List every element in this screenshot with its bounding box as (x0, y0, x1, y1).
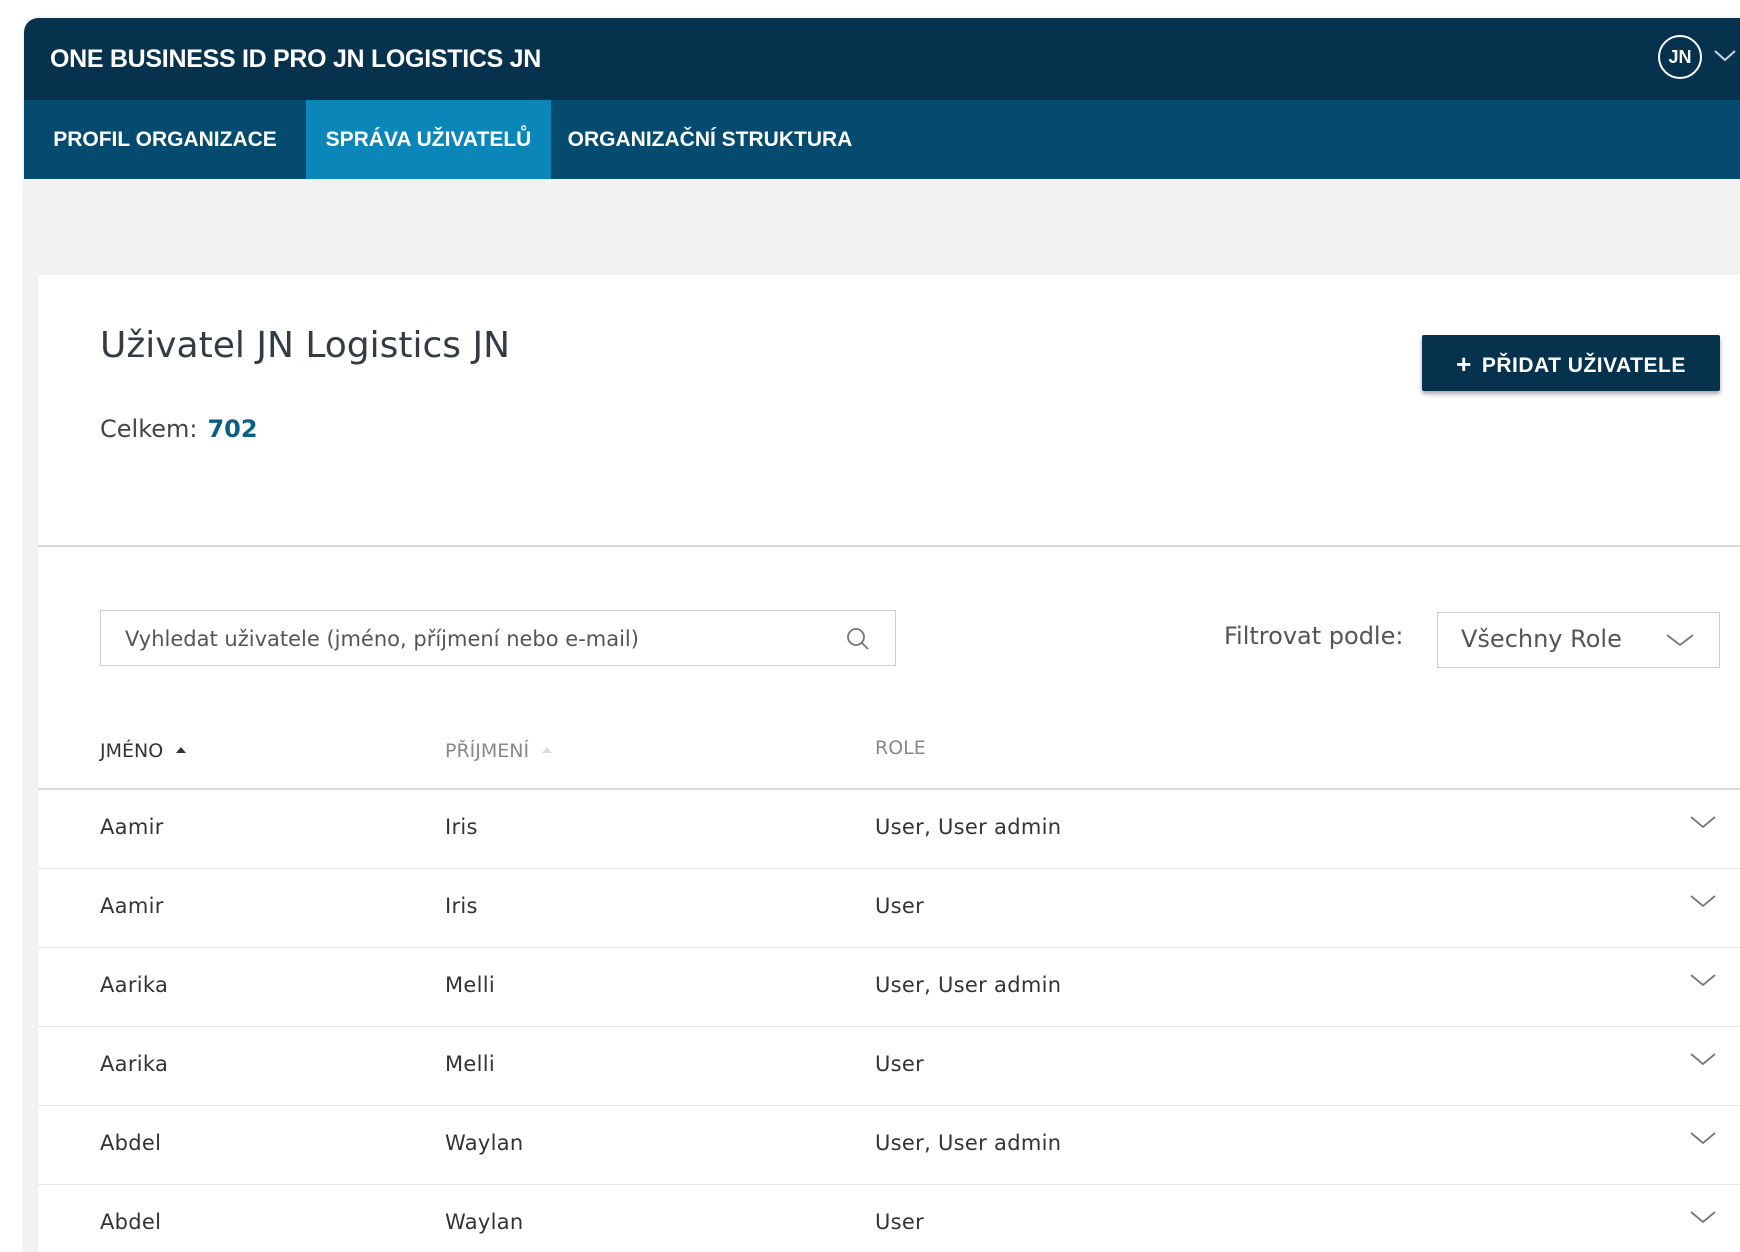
app-window: ONE BUSINESS ID PRO JN LOGISTICS JN JN P… (24, 18, 1740, 1252)
table-row[interactable]: Aarika Melli User (38, 1027, 1740, 1106)
search-box (100, 610, 896, 666)
cell-last-name: Melli (445, 1052, 496, 1076)
column-header-prijmeni-label: PŘÍJMENÍ (445, 740, 530, 762)
cell-last-name: Iris (445, 894, 478, 918)
column-header-jmeno-label: JMÉNO (100, 740, 164, 762)
user-avatar[interactable]: JN (1658, 35, 1702, 79)
total-value: 702 (207, 415, 258, 443)
chevron-down-icon[interactable] (1689, 1209, 1717, 1229)
plus-icon: + (1456, 349, 1472, 379)
divider (38, 545, 1740, 547)
total-count: Celkem: 702 (100, 415, 258, 443)
main-nav: PROFIL ORGANIZACE SPRÁVA UŽIVATELŮ ORGAN… (24, 100, 1740, 179)
cell-first-name: Aarika (100, 1052, 169, 1076)
top-bar: ONE BUSINESS ID PRO JN LOGISTICS JN JN (24, 18, 1740, 100)
chevron-down-icon[interactable] (1689, 1130, 1717, 1150)
cell-role: User (875, 1210, 925, 1234)
table-row[interactable]: Abdel Waylan User, User admin (38, 1106, 1740, 1185)
chevron-down-icon[interactable] (1689, 1051, 1717, 1071)
cell-role: User (875, 1052, 925, 1076)
app-title: ONE BUSINESS ID PRO JN LOGISTICS JN (50, 45, 541, 73)
tab-profil-organizace[interactable]: PROFIL ORGANIZACE (24, 100, 306, 179)
table-row[interactable]: Aamir Iris User (38, 869, 1740, 948)
cell-role: User, User admin (875, 1131, 1062, 1155)
cell-last-name: Iris (445, 815, 478, 839)
cell-last-name: Waylan (445, 1131, 524, 1155)
cell-last-name: Melli (445, 973, 496, 997)
role-filter-select[interactable]: Všechny Role (1437, 612, 1720, 668)
cell-role: User, User admin (875, 815, 1062, 839)
cell-first-name: Aamir (100, 815, 164, 839)
add-user-button[interactable]: + PŘIDAT UŽIVATELE (1422, 335, 1720, 391)
cell-role: User (875, 894, 925, 918)
chevron-down-icon[interactable] (1714, 48, 1736, 67)
cell-role: User, User admin (875, 973, 1062, 997)
chevron-down-icon (1665, 632, 1695, 652)
sort-up-icon (541, 737, 553, 759)
cell-last-name: Waylan (445, 1210, 524, 1234)
table-row[interactable]: Aarika Melli User, User admin (38, 948, 1740, 1027)
cell-first-name: Aarika (100, 973, 169, 997)
chevron-down-icon[interactable] (1689, 972, 1717, 992)
role-filter-value: Všechny Role (1461, 625, 1622, 653)
tab-organizacni-struktura[interactable]: ORGANIZAČNÍ STRUKTURA (551, 100, 869, 179)
page-title: Uživatel JN Logistics JN (100, 325, 511, 366)
table-row[interactable]: Abdel Waylan User (38, 1185, 1740, 1252)
search-input[interactable] (123, 611, 827, 666)
column-header-role: ROLE (875, 737, 926, 759)
search-icon[interactable] (845, 626, 871, 656)
add-user-button-label: PŘIDAT UŽIVATELE (1481, 354, 1686, 377)
column-header-jmeno[interactable]: JMÉNO (100, 737, 187, 762)
chevron-down-icon[interactable] (1689, 893, 1717, 913)
chevron-down-icon[interactable] (1689, 814, 1717, 834)
total-label: Celkem: (100, 415, 198, 443)
cell-first-name: Abdel (100, 1210, 162, 1234)
cell-first-name: Abdel (100, 1131, 162, 1155)
sort-up-icon (175, 737, 187, 759)
cell-first-name: Aamir (100, 894, 164, 918)
column-header-prijmeni[interactable]: PŘÍJMENÍ (445, 737, 553, 762)
users-panel: Uživatel JN Logistics JN Celkem: 702 + PŘI… (38, 275, 1740, 1252)
table-row[interactable]: Aamir Iris User, User admin (38, 790, 1740, 869)
filter-label: Filtrovat podle: (1224, 622, 1404, 650)
tab-sprava-uzivatelu[interactable]: SPRÁVA UŽIVATELŮ (306, 100, 551, 179)
